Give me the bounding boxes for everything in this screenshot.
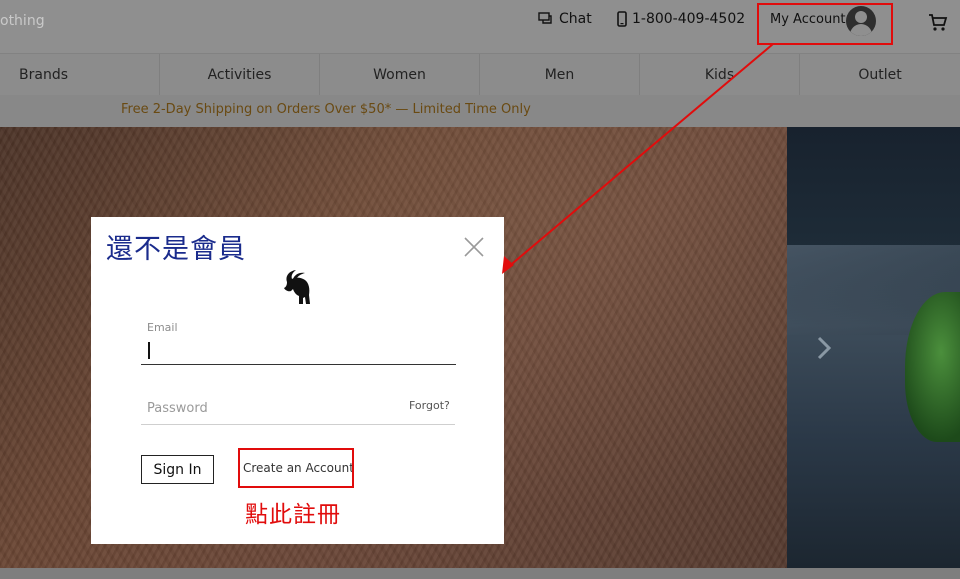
goat-logo-icon bbox=[284, 270, 310, 304]
forgot-password-link[interactable]: Forgot? bbox=[409, 399, 450, 412]
chevron-right-icon[interactable] bbox=[815, 335, 833, 361]
cart-icon[interactable] bbox=[928, 12, 948, 32]
nav-item-activities[interactable]: Activities bbox=[160, 54, 320, 96]
create-account-highlight-box bbox=[238, 448, 354, 488]
nav-item-brands[interactable]: Brands bbox=[0, 54, 160, 96]
sign-in-modal: 還不是會員 Email Forgot? Sign In Create an Ac… bbox=[91, 217, 504, 544]
password-field[interactable] bbox=[141, 392, 455, 425]
nav-item-women[interactable]: Women bbox=[320, 54, 480, 96]
account-highlight-box bbox=[757, 3, 893, 45]
promo-text: Free 2-Day Shipping on Orders Over $50* … bbox=[121, 102, 531, 117]
chat-label: Chat bbox=[559, 11, 592, 27]
nav-item-outlet[interactable]: Outlet bbox=[800, 54, 960, 96]
nav-item-men[interactable]: Men bbox=[480, 54, 640, 96]
modal-title: 還不是會員 bbox=[106, 234, 246, 265]
text-cursor bbox=[148, 342, 150, 359]
chat-icon bbox=[538, 12, 552, 24]
sign-in-button[interactable]: Sign In bbox=[141, 455, 214, 484]
page-bottom-strip bbox=[0, 568, 960, 579]
chat-link[interactable]: Chat bbox=[538, 11, 592, 27]
hero-image-next bbox=[787, 127, 960, 568]
nav-item-kids[interactable]: Kids bbox=[640, 54, 800, 96]
annotation-register-here: 點此註冊 bbox=[245, 502, 341, 528]
top-header: othing Chat 1-800-409-4502 My Account bbox=[0, 0, 960, 53]
close-icon[interactable] bbox=[463, 236, 485, 258]
phone-link[interactable]: 1-800-409-4502 bbox=[617, 11, 745, 27]
email-field[interactable] bbox=[141, 335, 456, 365]
promo-banner[interactable]: Free 2-Day Shipping on Orders Over $50* … bbox=[0, 95, 960, 127]
main-nav: Brands Activities Women Men Kids Outlet bbox=[0, 53, 960, 96]
brand-name-partial: othing bbox=[0, 13, 45, 29]
phone-icon bbox=[617, 11, 627, 27]
phone-number: 1-800-409-4502 bbox=[632, 11, 746, 27]
email-label: Email bbox=[147, 321, 178, 334]
